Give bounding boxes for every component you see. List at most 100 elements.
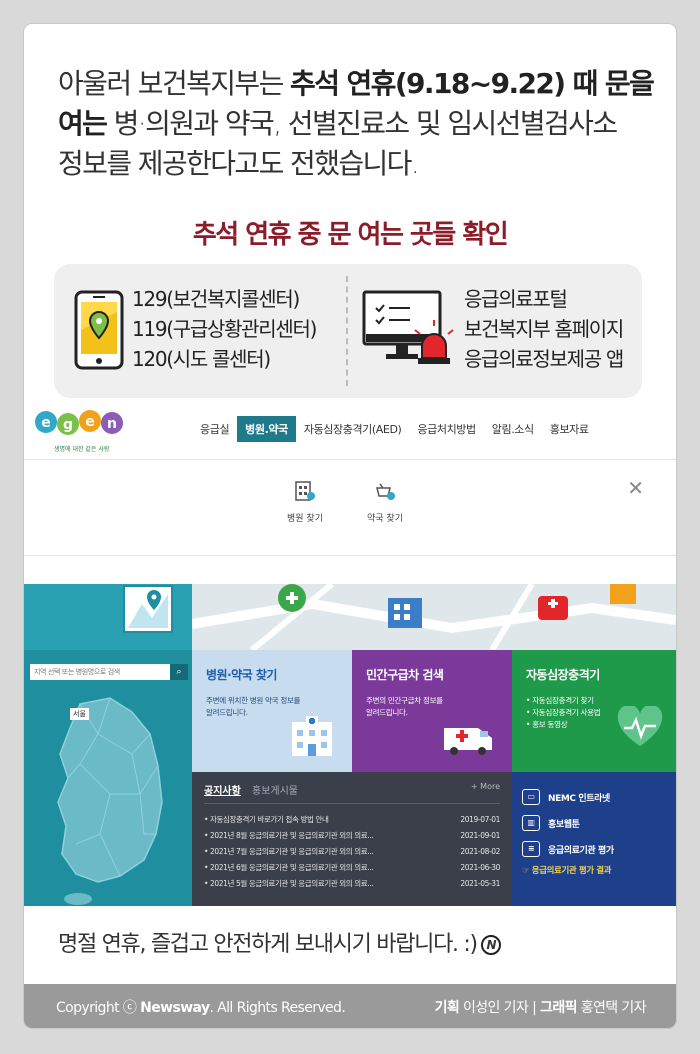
- monitor-icon: ▭: [522, 789, 540, 805]
- pharmacy-search-icon: [376, 483, 395, 500]
- search-icon[interactable]: ⌕: [170, 664, 188, 680]
- intro-text: 아울러 보건복지부는 추석 연휴(9.18~9.22) 때 문을 여는 병·의원…: [58, 64, 658, 184]
- tile-aed[interactable]: 자동심장충격기 • 자동심장충격기 찾기 • 자동심장충격기 사용법 • 홍보 …: [512, 650, 676, 772]
- link-evaluation[interactable]: ≡ 응급의료기관 평가: [522, 836, 666, 862]
- credit-graphic-name: 홍연택 기자: [576, 1000, 647, 1016]
- credit-plan-label: 기획: [434, 1000, 460, 1016]
- notice-title: • 2021년 7월 응급의료기관 및 응급의료기관 외의 의료...: [204, 847, 374, 856]
- headline: 추석 연휴 중 문 여는 곳들 확인: [192, 220, 509, 250]
- book-icon: ▥: [522, 815, 540, 831]
- submenu-hospital-label: 병원 찾기: [287, 514, 323, 524]
- notice-list: • 자동심장충격기 바로가기 접속 방법 안내 2019-07-01 • 2021…: [204, 812, 500, 892]
- korea-map[interactable]: [40, 694, 170, 906]
- web-line-app: 응급의료정보제공 앱: [464, 347, 624, 371]
- copyright-prefix: Copyright ⓒ: [56, 1000, 141, 1016]
- submenu-pharmacy-search[interactable]: 약국 찾기: [350, 480, 420, 524]
- hospital-search-icon: [295, 481, 315, 501]
- ambulance-icon: [444, 728, 492, 755]
- infographic-card: 아울러 보건복지부는 추석 연휴(9.18~9.22) 때 문을 여는 병·의원…: [24, 24, 676, 1028]
- phone-line-129: 129(보건복지콜센터): [132, 287, 300, 311]
- svg-text:e: e: [41, 415, 51, 431]
- tile-hospital-pharmacy[interactable]: 병원·약국 찾기 주변에 위치한 병원 약국 정보를 알려드립니다.: [192, 650, 352, 772]
- tile-hospital-title: 병원·약국 찾기: [206, 668, 277, 682]
- copyright-suffix: . All Rights Reserved.: [209, 1000, 346, 1016]
- map-panel: 지역 선택 또는 병원명으로 검색 ⌕ 서울: [24, 584, 192, 906]
- intro-line1-a: 아울러 보건복지부는: [58, 67, 291, 100]
- hero-banner: [192, 584, 676, 650]
- portal-section: 지역 선택 또는 병원명으로 검색 ⌕ 서울 병원·약국 찾기 주변에 위치한 …: [24, 584, 676, 906]
- close-icon[interactable]: ✕: [627, 476, 644, 500]
- tile-ambulance-desc1: 주변의 민간구급차 정보를: [366, 696, 443, 705]
- tab-promo-posts[interactable]: 홍보게시물: [252, 786, 298, 797]
- map-top: [24, 584, 192, 650]
- link-evaluation-result[interactable]: ☞ 응급의료기관 평가 결과: [522, 864, 666, 876]
- notice-title: • 2021년 5월 응급의료기관 및 응급의료기관 외의 의료...: [204, 879, 374, 888]
- submenu-hospital-search[interactable]: 병원 찾기: [270, 480, 340, 524]
- notice-title: • 2021년 6월 응급의료기관 및 응급의료기관 외의 의료...: [204, 863, 374, 872]
- credits: 기획 이성인 기자 | 그래픽 홍연택 기자: [434, 997, 647, 1017]
- seoul-label: 서울: [70, 708, 89, 720]
- notice-date: 2021-05-31: [460, 879, 500, 888]
- svg-text:n: n: [107, 416, 117, 432]
- phone-line-119: 119(구급상황관리센터): [132, 317, 317, 341]
- divider: [346, 276, 348, 386]
- web-line-mohw: 보건복지부 홈페이지: [464, 317, 624, 341]
- intro-line2-b: 병·의원과 약국, 선별진료소 및 임시선별검사소: [106, 107, 618, 140]
- link-nemc-label: NEMC 인트라넷: [548, 793, 610, 804]
- phone-lines: 129(보건복지콜센터) 119(구급상황관리센터) 120(시도 콜센터): [132, 284, 317, 374]
- submenu-pharmacy-label: 약국 찾기: [367, 514, 403, 524]
- notice-title: • 자동심장충격기 바로가기 접속 방법 안내: [204, 815, 329, 824]
- notice-row[interactable]: • 2021년 6월 응급의료기관 및 응급의료기관 외의 의료... 2021-…: [204, 860, 500, 876]
- footer: Copyright ⓒ Newsway. All Rights Reserved…: [24, 984, 676, 1028]
- copyright: Copyright ⓒ Newsway. All Rights Reserved…: [56, 997, 346, 1017]
- intro-line1-b: 추석 연휴(9.18~9.22) 때 문을: [290, 67, 655, 100]
- site-top-nav: e g e n 생명에 대한 같은 사랑 응급실 병원.약국 자동심장충격기(A…: [24, 402, 676, 460]
- closing-text: 명절 연휴, 즐겁고 안전하게 보내시기 바랍니다. :): [58, 932, 478, 957]
- link-nemc-intranet[interactable]: ▭ NEMC 인트라넷: [522, 784, 666, 810]
- notice-date: 2021-06-30: [460, 863, 500, 872]
- newsway-badge-icon: N: [480, 935, 501, 955]
- tile-ambulance[interactable]: 민간구급차 검색 주변의 민간구급차 정보를 알려드립니다.: [352, 650, 512, 772]
- credit-graphic-label: 그래픽: [540, 1000, 577, 1016]
- notice-row[interactable]: • 2021년 5월 응급의료기관 및 응급의료기관 외의 의료... 2021-…: [204, 876, 500, 892]
- hero-illustration: [192, 584, 676, 650]
- nav-item-first-aid[interactable]: 응급처치방법: [409, 416, 483, 442]
- notice-row[interactable]: • 2021년 7월 응급의료기관 및 응급의료기관 외의 의료... 2021-…: [204, 844, 500, 860]
- egen-website-screenshot: e g e n 생명에 대한 같은 사랑 응급실 병원.약국 자동심장충격기(A…: [24, 402, 676, 906]
- nav-item-news[interactable]: 알림.소식: [484, 416, 542, 442]
- tile-ambulance-desc2: 알려드립니다.: [366, 708, 408, 717]
- nav-menu: 응급실 병원.약국 자동심장충격기(AED) 응급처치방법 알림.소식 홍보자료: [192, 416, 597, 442]
- monitor-siren-icon: [362, 290, 454, 364]
- notice-board: 공지사항 홍보게시물 + More • 자동심장충격기 바로가기 접속 방법 안…: [192, 772, 512, 906]
- notice-date: 2019-07-01: [460, 815, 500, 824]
- svg-text:g: g: [63, 417, 73, 433]
- tab-notice[interactable]: 공지사항: [204, 786, 241, 797]
- copyright-brand: Newsway: [140, 1000, 210, 1016]
- link-webtoon[interactable]: ▥ 홍보웹툰: [522, 810, 666, 836]
- egen-logo-mark: e g e n: [35, 410, 123, 435]
- credit-plan-name: 이성인 기자 |: [459, 1000, 541, 1016]
- closing-message: 명절 연휴, 즐겁고 안전하게 보내시기 바랍니다. :) N: [58, 926, 501, 958]
- quick-links-panel: ▭ NEMC 인트라넷 ▥ 홍보웹툰 ≡ 응급의료기관 평가 ☞ 응급의료기관 …: [512, 772, 676, 906]
- phone-line-120: 120(시도 콜센터): [132, 347, 271, 371]
- intro-line3: 정보를 제공한다고도 전했습니다.: [58, 147, 420, 180]
- notice-tabs: 공지사항 홍보게시물 + More: [204, 782, 500, 804]
- notice-date: 2021-08-02: [460, 847, 500, 856]
- notice-row[interactable]: • 자동심장충격기 바로가기 접속 방법 안내 2019-07-01: [204, 812, 500, 828]
- submenu-panel: 병원 찾기 약국 찾기 ✕: [24, 460, 676, 556]
- nav-item-aed[interactable]: 자동심장충격기(AED): [296, 416, 410, 442]
- nav-item-er[interactable]: 응급실: [192, 416, 237, 442]
- document-icon: ≡: [522, 841, 540, 857]
- nav-item-hospital-pharmacy[interactable]: 병원.약국: [237, 416, 296, 442]
- tile-hospital-desc1: 주변에 위치한 병원 약국 정보를: [206, 696, 301, 705]
- link-evaluation-label: 응급의료기관 평가: [548, 845, 614, 856]
- nav-item-promo[interactable]: 홍보자료: [542, 416, 597, 442]
- intro-line2-a: 여는: [58, 107, 108, 140]
- notice-row[interactable]: • 2021년 8월 응급의료기관 및 응급의료기관 외의 의료... 2021-…: [204, 828, 500, 844]
- egen-logo[interactable]: e g e n 생명에 대한 같은 사랑: [32, 408, 124, 453]
- web-line-portal: 응급의료포털: [464, 287, 568, 311]
- hospital-building-icon: [292, 716, 332, 756]
- region-search-input[interactable]: 지역 선택 또는 병원명으로 검색: [30, 664, 170, 680]
- phone-map-icon: [74, 290, 124, 370]
- more-link[interactable]: + More: [471, 782, 500, 797]
